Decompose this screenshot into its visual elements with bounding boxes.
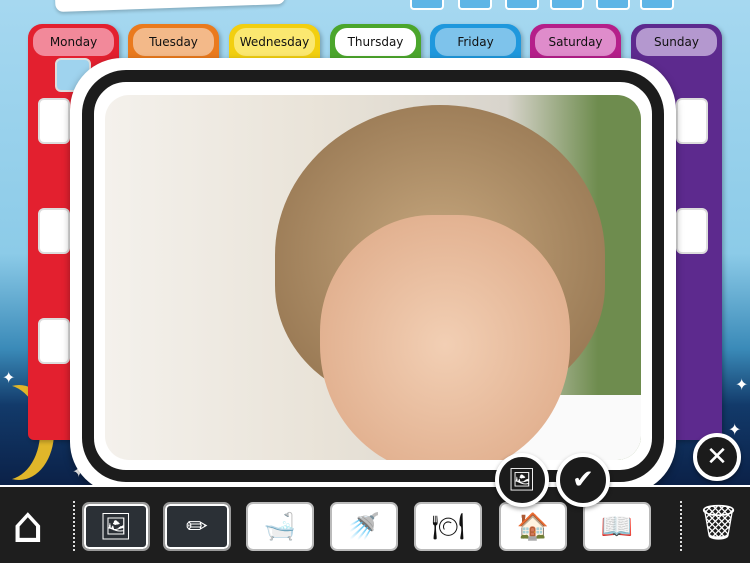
mini-card xyxy=(640,0,674,10)
meal-button[interactable]: 🍽 xyxy=(414,502,482,551)
child-photo xyxy=(105,95,641,460)
pencil-icon: ✏ xyxy=(186,511,208,542)
day-tab[interactable]: Tuesday xyxy=(133,28,214,56)
home-icon: ⌂ xyxy=(12,496,44,554)
day-tab[interactable]: Sunday xyxy=(636,28,717,56)
activity-card[interactable] xyxy=(676,98,708,144)
close-icon: ✕ xyxy=(706,442,728,472)
house-icon: 🏠 xyxy=(516,511,550,542)
shower-button[interactable]: 🚿 xyxy=(330,502,398,551)
pencil-button[interactable]: ✏ xyxy=(163,502,231,551)
day-tab[interactable]: Friday xyxy=(435,28,516,56)
choose-photo-button[interactable]: 🖼 xyxy=(495,453,549,507)
checkmark-icon: ✔ xyxy=(572,465,594,495)
confirm-button[interactable]: ✔ xyxy=(556,453,610,507)
activity-card[interactable] xyxy=(676,208,708,254)
photo-library-icon: 🖼 xyxy=(99,511,133,542)
house-button[interactable]: 🏠 xyxy=(499,502,567,551)
close-button[interactable]: ✕ xyxy=(693,433,741,481)
star-decoration: ✦ xyxy=(735,375,749,394)
mini-card xyxy=(505,0,539,10)
mini-card xyxy=(596,0,630,10)
trash-button[interactable]: 🗑 xyxy=(697,503,740,543)
mini-card xyxy=(410,0,444,10)
book-icon: 📖 xyxy=(600,511,634,542)
shower-icon: 🚿 xyxy=(347,511,381,542)
book-button[interactable]: 📖 xyxy=(583,502,651,551)
activity-card[interactable] xyxy=(38,98,70,144)
meal-icon: 🍽 xyxy=(431,511,465,542)
photo-icon: 🖼 xyxy=(508,467,536,493)
divider xyxy=(680,501,682,551)
photo-dialog xyxy=(70,58,676,494)
day-tab[interactable]: Thursday xyxy=(335,28,416,56)
day-tab[interactable]: Monday xyxy=(33,28,114,56)
mini-card xyxy=(458,0,492,10)
title-card xyxy=(54,0,286,13)
bathtub-icon: 🛁 xyxy=(263,511,297,542)
star-decoration: ✦ xyxy=(2,368,16,387)
bottom-toolbar: ⌂ 🖼 ✏ 🛁 🚿 🍽 🏠 📖 🗑 xyxy=(0,485,750,563)
activity-card[interactable] xyxy=(38,318,70,364)
activity-card[interactable] xyxy=(38,208,70,254)
mini-card xyxy=(550,0,584,10)
divider xyxy=(73,501,75,551)
home-button[interactable]: ⌂ xyxy=(12,495,44,555)
trash-icon: 🗑 xyxy=(697,503,741,543)
day-tab[interactable]: Wednesday xyxy=(234,28,315,56)
photo-library-button[interactable]: 🖼 xyxy=(82,502,150,551)
day-tab[interactable]: Saturday xyxy=(535,28,616,56)
bathtub-button[interactable]: 🛁 xyxy=(246,502,314,551)
